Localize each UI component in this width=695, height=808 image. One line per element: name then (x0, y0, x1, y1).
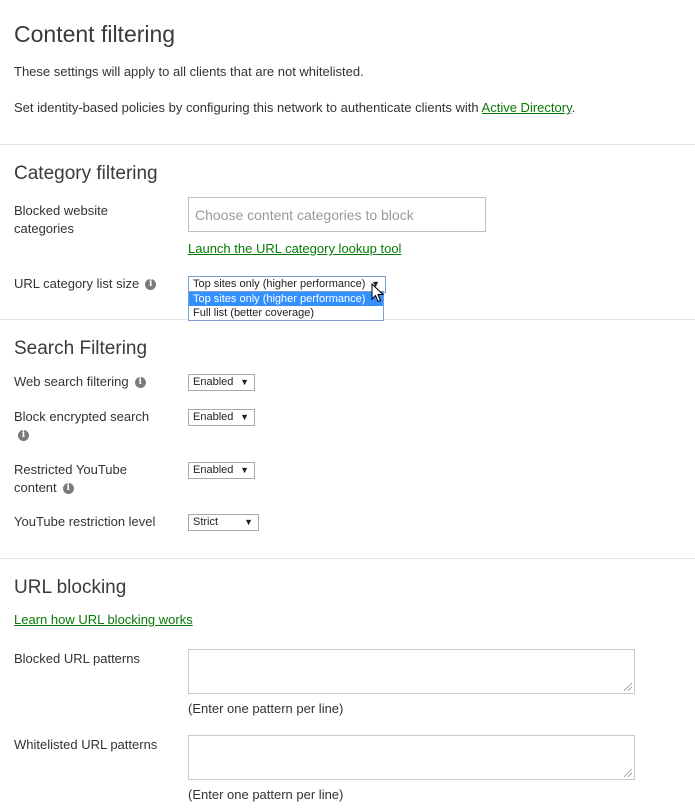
dropdown-option-full-list[interactable]: Full list (better coverage) (189, 306, 383, 320)
chevron-down-icon: ▼ (240, 412, 249, 422)
restricted-youtube-select[interactable]: Enabled ▼ (188, 462, 255, 479)
category-filtering-heading: Category filtering (14, 163, 158, 184)
blocked-url-patterns-hint: (Enter one pattern per line) (188, 701, 344, 716)
learn-url-blocking-link[interactable]: Learn how URL blocking works (14, 612, 193, 627)
identity-text: Set identity-based policies by configuri… (14, 100, 575, 115)
blocked-url-patterns-textarea[interactable] (188, 649, 635, 694)
resize-handle-icon[interactable] (624, 769, 632, 777)
info-icon[interactable]: i (134, 377, 146, 389)
whitelisted-url-patterns-hint: (Enter one pattern per line) (188, 787, 344, 802)
restricted-youtube-text-2: content (14, 480, 57, 495)
blocked-categories-placeholder: Choose content categories to block (195, 207, 414, 223)
blocked-url-patterns-label: Blocked URL patterns (14, 651, 140, 666)
mouse-pointer-icon (371, 283, 385, 303)
url-blocking-heading: URL blocking (14, 577, 127, 598)
chevron-down-icon: ▼ (244, 517, 253, 527)
web-search-filtering-text: Web search filtering (14, 374, 129, 389)
web-search-filtering-select[interactable]: Enabled ▼ (188, 374, 255, 391)
identity-text-body: Set identity-based policies by configuri… (14, 100, 482, 115)
url-category-list-size-dropdown[interactable]: Top sites only (higher performance) Full… (188, 291, 384, 321)
info-icon[interactable]: i (145, 279, 157, 291)
youtube-restriction-level-value: Strict (193, 516, 219, 528)
chevron-down-icon: ▼ (240, 465, 249, 475)
web-search-filtering-value: Enabled (193, 376, 234, 388)
block-encrypted-search-value: Enabled (193, 411, 234, 423)
restricted-youtube-value: Enabled (193, 464, 234, 476)
search-filtering-heading: Search Filtering (14, 338, 148, 359)
page-title: Content filtering (14, 21, 176, 47)
block-encrypted-search-label: Block encrypted search i (14, 408, 149, 444)
active-directory-link[interactable]: Active Directory (482, 100, 572, 115)
restricted-youtube-text-1: Restricted YouTube (14, 462, 127, 477)
intro-text: These settings will apply to all clients… (14, 64, 364, 79)
url-category-list-size-text: URL category list size (14, 276, 140, 291)
info-icon[interactable]: i (62, 483, 74, 495)
whitelisted-url-patterns-label: Whitelisted URL patterns (14, 737, 158, 752)
identity-text-suffix: . (571, 100, 576, 115)
blocked-categories-label: Blocked website categories (14, 203, 108, 236)
url-category-lookup-link[interactable]: Launch the URL category lookup tool (188, 241, 401, 256)
url-category-list-size-value: Top sites only (higher performance) (193, 278, 366, 290)
restricted-youtube-label: Restricted YouTube content i (14, 461, 127, 497)
chevron-down-icon: ▼ (240, 377, 249, 387)
whitelisted-url-patterns-textarea[interactable] (188, 735, 635, 780)
block-encrypted-search-select[interactable]: Enabled ▼ (188, 409, 255, 426)
youtube-restriction-level-select[interactable]: Strict ▼ (188, 514, 259, 531)
section-divider (0, 558, 695, 559)
web-search-filtering-label: Web search filtering i (14, 373, 146, 391)
blocked-categories-input[interactable]: Choose content categories to block (188, 197, 486, 232)
section-divider (0, 144, 695, 145)
youtube-restriction-level-label: YouTube restriction level (14, 514, 156, 529)
resize-handle-icon[interactable] (624, 683, 632, 691)
info-icon[interactable]: i (18, 430, 29, 442)
block-encrypted-search-text: Block encrypted search (14, 409, 150, 424)
dropdown-option-top-sites[interactable]: Top sites only (higher performance) (189, 292, 383, 306)
url-category-list-size-label: URL category list size i (14, 275, 157, 293)
